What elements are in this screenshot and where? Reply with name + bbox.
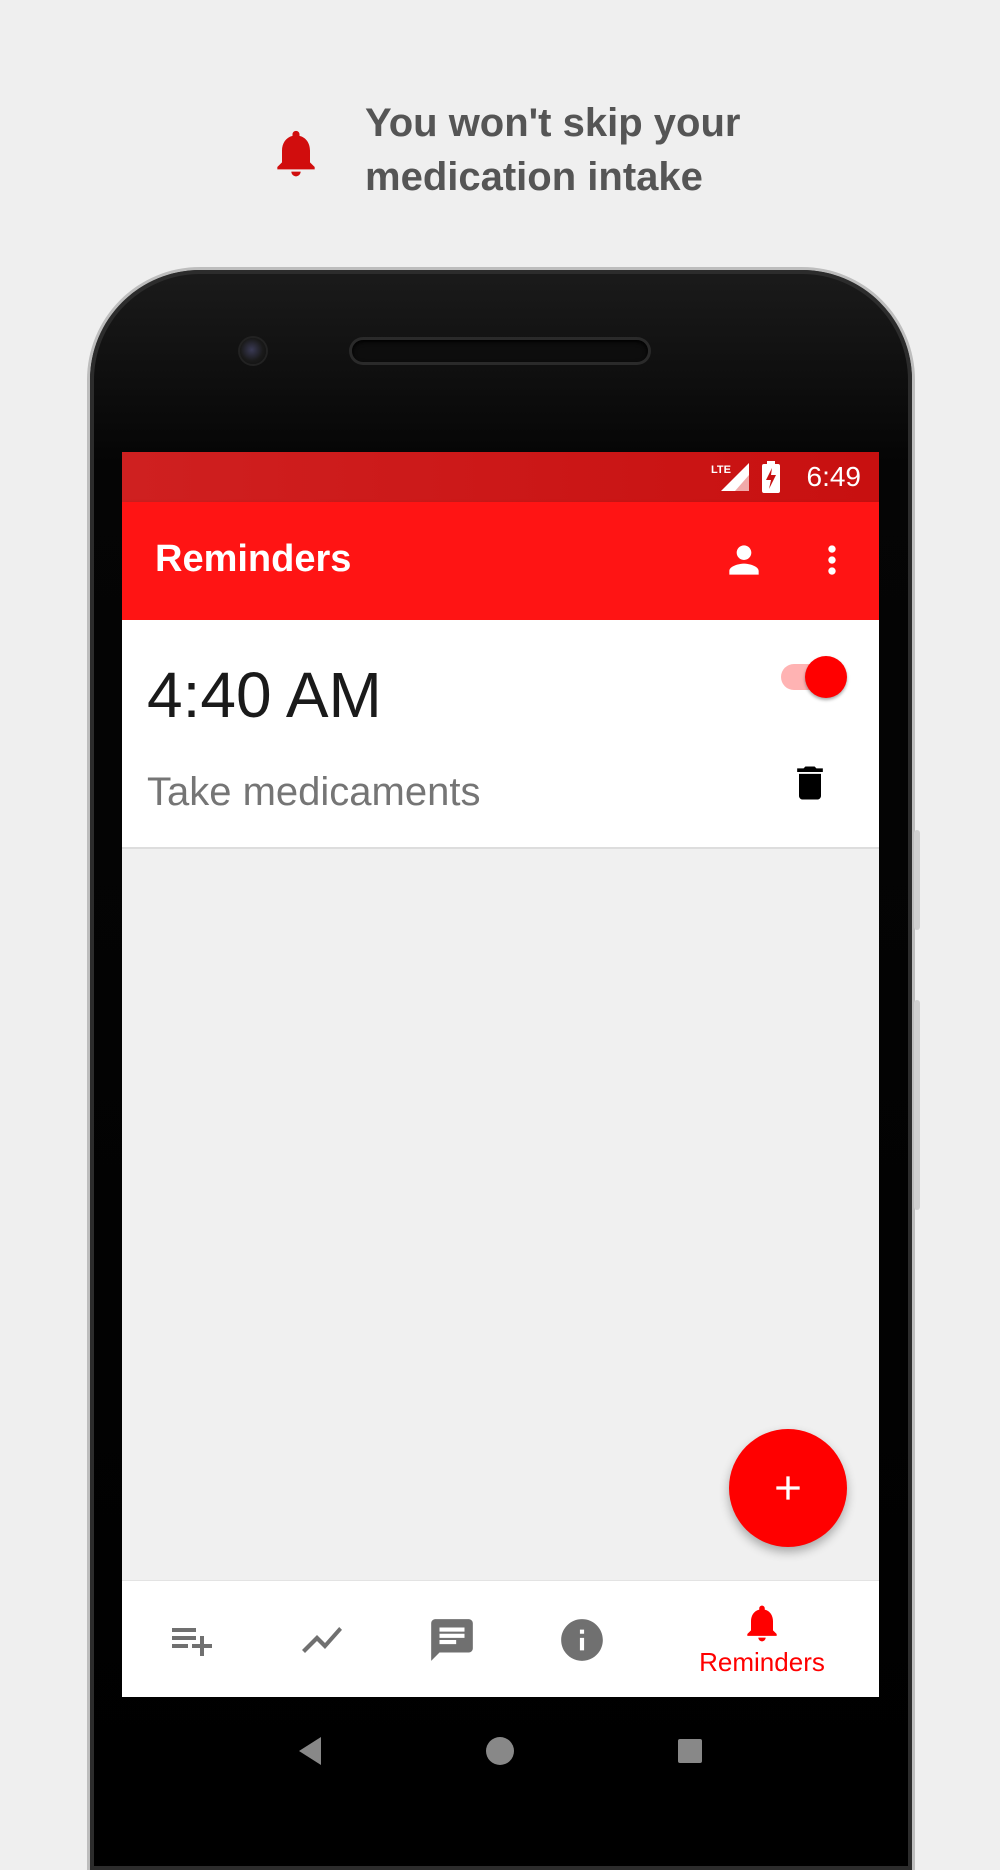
status-icons: LTE	[711, 461, 781, 493]
front-camera	[240, 338, 266, 364]
bell-icon	[747, 1605, 777, 1642]
battery-charging-icon	[762, 461, 780, 493]
promo-line-1: You won't skip your	[365, 101, 741, 145]
add-icon	[776, 1476, 800, 1500]
promo-text: You won't skip your medication intake	[365, 96, 825, 204]
nav-reminders[interactable]: Reminders	[682, 1581, 842, 1697]
add-reminder-fab[interactable]	[729, 1429, 847, 1547]
nav-reminders-label: Reminders	[699, 1647, 825, 1677]
reminder-card[interactable]: 4:40 AM Take medicaments	[122, 620, 879, 849]
bell-icon	[277, 130, 315, 177]
home-button[interactable]	[480, 1731, 520, 1771]
chat-icon	[431, 1618, 473, 1661]
reminder-time[interactable]: 4:40 AM	[147, 658, 382, 732]
nav-add-medication[interactable]	[142, 1581, 242, 1697]
volume-button	[914, 1000, 920, 1210]
promo-header: You won't skip your medication intake	[0, 0, 1000, 260]
nav-statistics[interactable]	[272, 1581, 372, 1697]
reminder-toggle[interactable]	[777, 654, 849, 698]
app-title: Reminders	[155, 538, 352, 580]
more-options-button[interactable]	[804, 532, 860, 588]
promo-line-2: medication intake	[365, 155, 703, 199]
power-button	[914, 830, 920, 930]
bottom-navigation: Reminders	[122, 1580, 879, 1697]
lte-signal-icon: LTE	[711, 463, 749, 491]
delete-reminder-button[interactable]	[782, 755, 838, 811]
back-triangle-icon	[299, 1737, 321, 1765]
nav-info[interactable]	[532, 1581, 632, 1697]
toggle-thumb	[805, 656, 847, 698]
app-screen: LTE 6:49 Reminders 4:40 AM Take medicame…	[122, 452, 879, 1697]
nav-messages[interactable]	[402, 1581, 502, 1697]
app-bar: Reminders	[122, 502, 879, 620]
earpiece-speaker	[352, 340, 648, 362]
info-icon	[561, 1618, 603, 1661]
home-circle-icon	[486, 1737, 514, 1765]
svg-text:LTE: LTE	[711, 464, 731, 476]
status-time: 6:49	[806, 461, 862, 492]
recents-button[interactable]	[670, 1731, 710, 1771]
account-icon	[729, 545, 759, 575]
system-navigation-bar	[122, 1697, 879, 1800]
recents-square-icon	[678, 1739, 702, 1763]
playlist-add-icon	[172, 1627, 212, 1656]
delete-icon	[797, 766, 823, 800]
reminder-label: Take medicaments	[147, 770, 481, 814]
trending-icon	[302, 1626, 342, 1653]
more-vert-icon	[828, 545, 836, 575]
account-button[interactable]	[716, 532, 772, 588]
status-bar: LTE 6:49	[122, 452, 879, 502]
back-button[interactable]	[290, 1731, 330, 1771]
